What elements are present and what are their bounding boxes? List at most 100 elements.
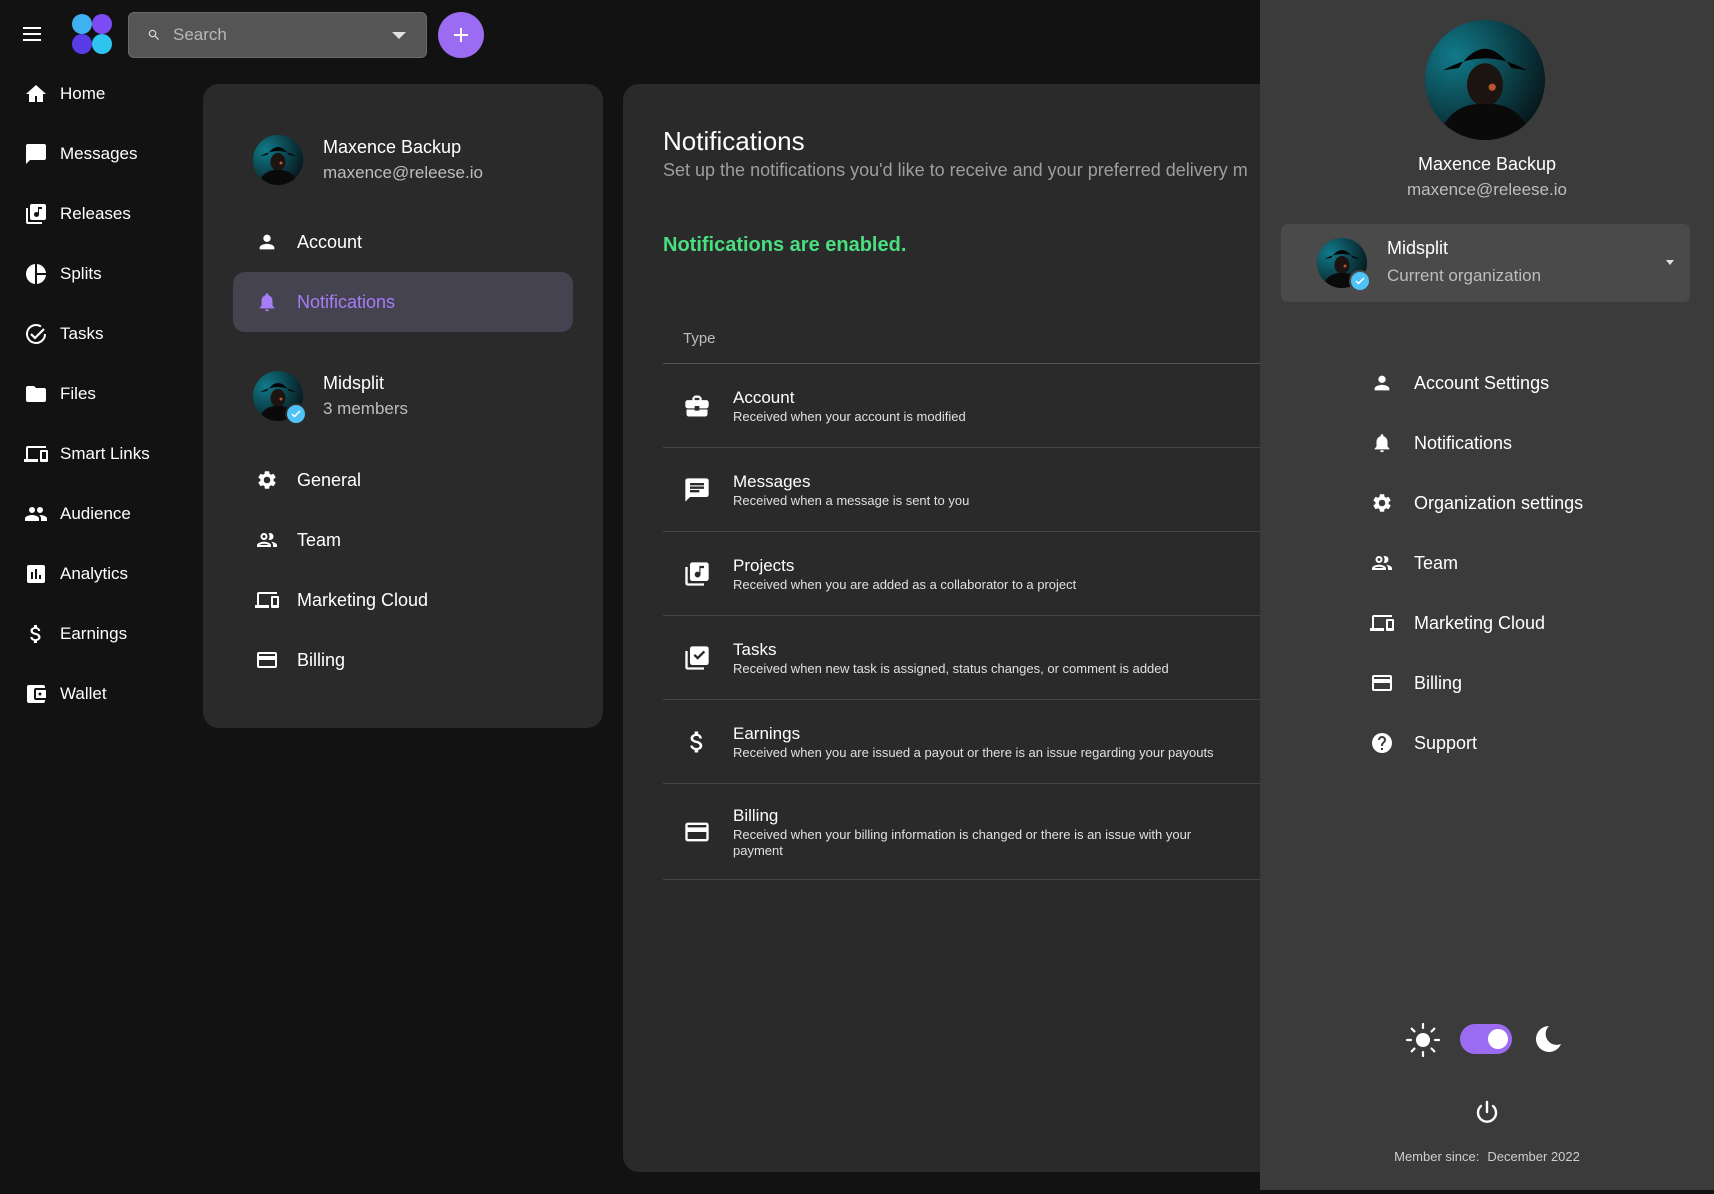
org-name: Midsplit <box>1387 238 1449 258</box>
nav-label: Smart Links <box>60 444 150 463</box>
folder-icon <box>24 382 48 406</box>
table-row[interactable]: Messages Received when a message is sent… <box>663 448 1283 532</box>
gear-icon <box>255 468 279 492</box>
settings-item-label: Marketing Cloud <box>297 589 429 610</box>
people-icon <box>255 528 279 552</box>
settings-menu-card: Maxence Backup maxence@releese.io Accoun… <box>203 84 603 728</box>
drawer-item-label: Support <box>1414 732 1478 753</box>
drawer-item-organization-settings[interactable]: Organization settings <box>1370 483 1583 523</box>
org-members: 3 members <box>323 399 409 418</box>
column-header-type: Type <box>683 330 716 347</box>
nav-item-smart-links[interactable]: Smart Links <box>0 424 190 484</box>
add-button[interactable] <box>438 12 484 58</box>
drawer-item-billing[interactable]: Billing <box>1370 663 1462 703</box>
settings-item-marketing-cloud[interactable]: Marketing Cloud <box>233 570 573 630</box>
notifications-panel: Notifications Set up the notifications y… <box>623 84 1283 1172</box>
nav-item-splits[interactable]: Splits <box>0 244 190 304</box>
menu-icon[interactable] <box>20 22 44 46</box>
settings-item-label: General <box>297 469 362 490</box>
help-icon <box>1370 731 1394 755</box>
org-subtitle: Current organization <box>1387 266 1542 285</box>
row-description: Received when a message is sent to you <box>733 492 970 508</box>
row-title: Messages <box>733 471 811 491</box>
nav-label: Releases <box>60 204 131 223</box>
row-title: Earnings <box>733 723 801 743</box>
person-icon <box>1370 371 1394 395</box>
row-title: Tasks <box>733 639 777 659</box>
nav-label: Messages <box>60 144 138 163</box>
drawer-item-team[interactable]: Team <box>1370 543 1458 583</box>
nav-label: Audience <box>60 504 131 523</box>
nav-label: Earnings <box>60 624 128 643</box>
briefcase-icon <box>683 392 711 420</box>
org-profile: Midsplit 3 members <box>253 370 409 425</box>
drawer-item-label: Billing <box>1414 672 1463 693</box>
settings-item-general[interactable]: General <box>233 450 573 510</box>
user-email: maxence@releese.io <box>323 163 483 182</box>
moon-icon <box>1536 1026 1561 1052</box>
drawer-item-marketing-cloud[interactable]: Marketing Cloud <box>1370 603 1545 643</box>
nav-item-wallet[interactable]: Wallet <box>0 664 190 724</box>
power-icon[interactable] <box>1472 1098 1502 1128</box>
nav-item-messages[interactable]: Messages <box>0 124 190 184</box>
toggle-knob <box>1488 1029 1508 1049</box>
user-name: Maxence Backup <box>323 137 462 157</box>
organization-switcher[interactable]: Midsplit Current organization <box>1281 224 1690 302</box>
settings-item-label: Account <box>297 231 363 252</box>
nav-label: Home <box>60 84 106 103</box>
person-icon <box>255 230 279 254</box>
notifications-status: Notifications are enabled. <box>663 234 907 256</box>
nav-item-earnings[interactable]: Earnings <box>0 604 190 664</box>
drawer-item-notifications[interactable]: Notifications <box>1370 423 1512 463</box>
app-logo[interactable] <box>70 12 114 56</box>
org-name: Midsplit <box>323 373 385 393</box>
drawer-item-label: Organization settings <box>1414 492 1584 513</box>
chat-icon <box>683 476 711 504</box>
row-title: Projects <box>733 555 795 575</box>
drawer-item-account-settings[interactable]: Account Settings <box>1370 363 1549 403</box>
theme-switcher <box>1405 1020 1575 1058</box>
settings-item-notifications[interactable]: Notifications <box>233 272 573 332</box>
nav-item-tasks[interactable]: Tasks <box>0 304 190 364</box>
search-bar[interactable] <box>128 12 427 58</box>
verified-icon <box>285 403 307 425</box>
nav-item-releases[interactable]: Releases <box>0 184 190 244</box>
gear-icon <box>1370 491 1394 515</box>
people-icon <box>24 502 48 526</box>
bell-icon <box>255 290 279 314</box>
settings-item-label: Notifications <box>297 291 396 312</box>
avatar[interactable] <box>1425 20 1545 140</box>
member-since: Member since: December 2022 <box>1260 1149 1714 1164</box>
nav-item-audience[interactable]: Audience <box>0 484 190 544</box>
chevron-down-icon <box>1666 260 1674 265</box>
table-row[interactable]: Tasks Received when new task is assigned… <box>663 616 1283 700</box>
row-title: Account <box>733 387 795 407</box>
nav-item-analytics[interactable]: Analytics <box>0 544 190 604</box>
settings-item-account[interactable]: Account <box>233 212 573 272</box>
page-title: Notifications <box>663 126 805 156</box>
wallet-icon <box>24 682 48 706</box>
drawer-item-support[interactable]: Support <box>1370 723 1477 763</box>
people-icon <box>1370 551 1394 575</box>
settings-item-team[interactable]: Team <box>233 510 573 570</box>
settings-item-label: Billing <box>297 649 346 670</box>
credit-card-icon <box>683 818 711 846</box>
dark-mode-toggle[interactable] <box>1460 1024 1512 1054</box>
drawer-item-label: Account Settings <box>1414 372 1550 393</box>
bell-icon <box>1370 431 1394 455</box>
nav-item-home[interactable]: Home <box>0 64 190 124</box>
table-row[interactable]: Projects Received when you are added as … <box>663 532 1283 616</box>
music-library-icon <box>683 560 711 588</box>
row-description: Received when you are added as a collabo… <box>733 576 1077 592</box>
settings-item-billing[interactable]: Billing <box>233 630 573 690</box>
search-dropdown-icon[interactable] <box>392 32 406 39</box>
search-input[interactable] <box>173 25 373 45</box>
nav-item-files[interactable]: Files <box>0 364 190 424</box>
page-subtitle: Set up the notifications you'd like to r… <box>663 160 1248 180</box>
sun-icon <box>1405 1022 1441 1058</box>
avatar <box>253 135 303 185</box>
table-row[interactable]: Billing Received when your billing infor… <box>663 784 1283 880</box>
devices-icon <box>24 442 48 466</box>
table-row[interactable]: Account Received when your account is mo… <box>663 364 1283 448</box>
table-row[interactable]: Earnings Received when you are issued a … <box>663 700 1283 784</box>
